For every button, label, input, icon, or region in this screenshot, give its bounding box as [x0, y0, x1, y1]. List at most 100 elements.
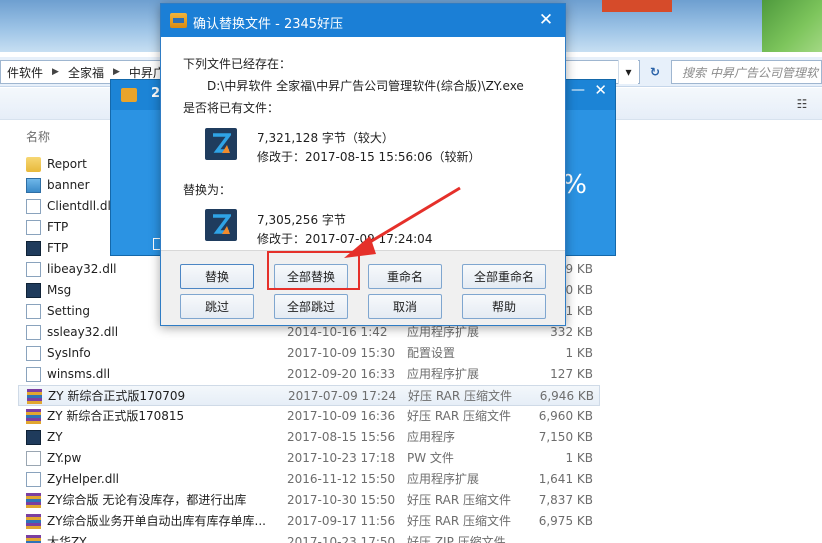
taskbar-red-accent	[602, 0, 672, 12]
view-options-icon[interactable]: ☷	[794, 97, 810, 111]
dialog-title-bar: 确认替换文件 - 2345好压 ✕	[161, 4, 565, 37]
close-icon[interactable]: ✕	[594, 81, 607, 99]
close-icon[interactable]: ✕	[535, 9, 557, 31]
file-date: 2017-10-23 17:18	[287, 451, 396, 465]
haozip-logo-icon	[170, 13, 187, 28]
zy-logo-icon	[213, 133, 231, 153]
chevron-right-icon[interactable]: ▶	[49, 67, 62, 77]
file-name: 大华ZY	[47, 535, 87, 543]
file-date: 2017-08-15 15:56	[287, 430, 396, 444]
file-name: FTP	[47, 241, 69, 255]
file-type: 好压 RAR 压缩文件	[407, 409, 512, 423]
dll-icon	[26, 199, 41, 214]
file-name: ZY 新综合正式版170709	[48, 389, 186, 403]
file-name: Report	[47, 157, 87, 171]
app-icon	[26, 241, 41, 256]
file-name: Msg	[47, 283, 72, 297]
dll-icon	[26, 304, 41, 319]
search-placeholder: 搜索 中昇广告公司管理软	[682, 65, 818, 80]
file-size: 1 KB	[565, 346, 593, 360]
file-row[interactable]: ZY 新综合正式版170709 2017-07-09 17:24 好压 RAR 压缩…	[18, 385, 600, 406]
file-name: ssleay32.dll	[47, 325, 119, 339]
file-size: 127 KB	[550, 367, 593, 381]
rar-icon	[26, 409, 41, 424]
file-date: 2017-10-09 16:36	[287, 409, 396, 423]
help-button[interactable]: 帮助	[462, 294, 546, 319]
column-header-name[interactable]: 名称	[26, 128, 50, 145]
file-name: Clientdll.dl	[47, 199, 111, 213]
file-size: 7,150 KB	[538, 430, 593, 444]
skip-button[interactable]: 跳过	[180, 294, 254, 319]
file-name: Setting	[47, 304, 90, 318]
file-size: 6,975 KB	[538, 514, 593, 528]
file-name: ZY综合版业务开单自动出库有库存单库...	[47, 514, 266, 528]
existing-file-icon	[205, 128, 237, 160]
file-name: ZY综合版 无论有没库存，都进行出库	[47, 493, 247, 507]
chevron-down-icon[interactable]: ▾	[618, 60, 638, 84]
replace-button[interactable]: 替换	[180, 264, 254, 289]
haozip-logo-icon	[121, 88, 137, 102]
dll-icon	[26, 262, 41, 277]
file-size: 1 KB	[565, 451, 593, 465]
dll-icon	[26, 325, 41, 340]
file-row[interactable]: SysInfo 2017-10-09 15:30 配置设置 1 KB	[18, 343, 818, 364]
file-type: 应用程序	[407, 430, 456, 444]
file-date: 2017-09-17 11:56	[287, 514, 396, 528]
file-row[interactable]: 大华ZY 2017-10-23 17:50 好压 ZIP 压缩文件	[18, 532, 818, 543]
file-row[interactable]: ZY综合版业务开单自动出库有库存单库... 2017-09-17 11:56 好压 …	[18, 511, 818, 532]
file-date: 2017-10-23 17:50	[287, 535, 396, 543]
existing-file-modified: 修改于：2017-08-15 15:56:06（较新）	[257, 150, 481, 164]
dll-icon	[26, 220, 41, 235]
rar-icon	[26, 514, 41, 529]
chevron-right-icon[interactable]: ▶	[110, 67, 123, 77]
breadcrumb-item[interactable]: 全家福	[62, 64, 110, 81]
file-date: 2017-07-09 17:24	[288, 389, 397, 403]
file-name: ZY.pw	[47, 451, 82, 465]
file-type: 应用程序扩展	[407, 472, 480, 486]
file-row[interactable]: ZY 2017-08-15 15:56 应用程序 7,150 KB	[18, 427, 818, 448]
file-type: 好压 RAR 压缩文件	[408, 389, 513, 403]
replace-with-label: 替换为：	[183, 183, 232, 197]
file-size: 7,837 KB	[538, 493, 593, 507]
skip-all-button[interactable]: 全部跳过	[274, 294, 348, 319]
new-file-icon	[205, 209, 237, 241]
file-row[interactable]: ZY 新综合正式版170815 2017-10-09 16:36 好压 RAR 压缩…	[18, 406, 818, 427]
file-type: 好压 RAR 压缩文件	[407, 493, 512, 507]
image-icon	[26, 178, 41, 193]
breadcrumb-item[interactable]: 件软件	[1, 64, 49, 81]
file-size: 6,946 KB	[539, 389, 594, 403]
existing-file-size: 7,321,128 字节（较大）	[257, 131, 394, 145]
minimize-icon[interactable]: —	[571, 82, 585, 98]
dll-icon	[26, 472, 41, 487]
cancel-button[interactable]: 取消	[368, 294, 442, 319]
file-row[interactable]: ZyHelper.dll 2016-11-12 15:50 应用程序扩展 1,641 …	[18, 469, 818, 490]
file-path: D:\中昇软件 全家福\中昇广告公司管理软件(综合版)\ZY.exe	[207, 79, 524, 93]
app-icon	[26, 283, 41, 298]
file-type: 好压 RAR 压缩文件	[407, 514, 512, 528]
file-row[interactable]: winsms.dll 2012-09-20 16:33 应用程序扩展 127 KB	[18, 364, 818, 385]
dll-icon	[26, 367, 41, 382]
file-name: ZY	[47, 430, 63, 444]
file-date: 2012-09-20 16:33	[287, 367, 396, 381]
desktop-wallpaper-corner	[762, 0, 822, 52]
search-input[interactable]: 搜索 中昇广告公司管理软	[671, 60, 822, 84]
annotation-arrow-icon	[344, 186, 461, 258]
file-type: 应用程序扩展	[407, 367, 480, 381]
file-date: 2017-10-30 15:50	[287, 493, 396, 507]
file-name: ZY 新综合正式版170815	[47, 409, 185, 423]
file-name: libeay32.dll	[47, 262, 117, 276]
file-size: 6,960 KB	[538, 409, 593, 423]
file-date: 2017-10-09 15:30	[287, 346, 396, 360]
file-type: 好压 ZIP 压缩文件	[407, 535, 506, 543]
config-icon	[26, 346, 41, 361]
file-date: 2016-11-12 15:50	[287, 472, 396, 486]
app-icon	[26, 430, 41, 445]
file-name: SysInfo	[47, 346, 91, 360]
file-type: 配置设置	[407, 346, 456, 360]
file-row[interactable]: ZY综合版 无论有没库存，都进行出库 2017-10-30 15:50 好压 RAR…	[18, 490, 818, 511]
zy-logo-icon	[213, 214, 231, 234]
file-name: winsms.dll	[47, 367, 111, 381]
refresh-icon[interactable]: ↻	[642, 60, 668, 84]
file-row[interactable]: ZY.pw 2017-10-23 17:18 PW 文件 1 KB	[18, 448, 818, 469]
file-name: ZyHelper.dll	[47, 472, 119, 486]
